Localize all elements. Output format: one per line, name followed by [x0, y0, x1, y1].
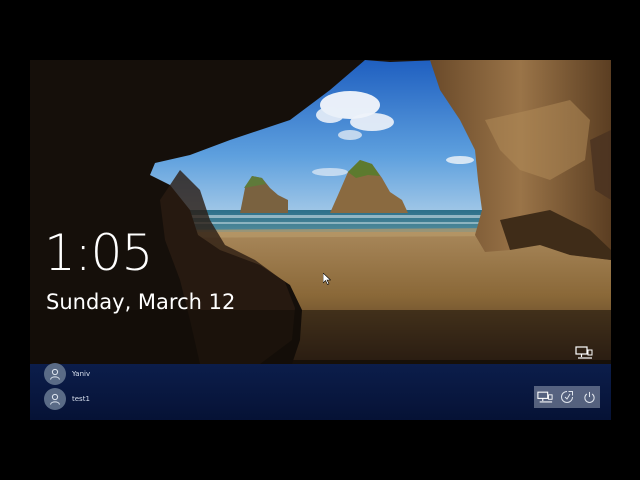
ease-of-access-icon[interactable] [558, 388, 576, 406]
network-icon[interactable] [575, 346, 593, 360]
network-icon[interactable] [536, 388, 554, 406]
user-avatar-icon [44, 363, 66, 385]
user-name: Yaniv [72, 370, 91, 378]
user-tile-test1[interactable]: test1 [44, 388, 90, 410]
user-switcher-bar: Yaniv test1 [30, 363, 611, 420]
user-avatar-icon [44, 388, 66, 410]
user-name: test1 [72, 395, 90, 403]
mouse-cursor-icon [323, 273, 331, 285]
lock-screen-date: Sunday, March 12 [46, 290, 236, 314]
system-tray [534, 386, 600, 408]
lock-screen-time: 1:05 [44, 224, 153, 282]
user-tile-yaniv[interactable]: Yaniv [44, 363, 90, 385]
lock-screen[interactable]: 1:05 Sunday, March 12 Yaniv test1 [30, 60, 611, 420]
power-icon[interactable] [580, 388, 598, 406]
